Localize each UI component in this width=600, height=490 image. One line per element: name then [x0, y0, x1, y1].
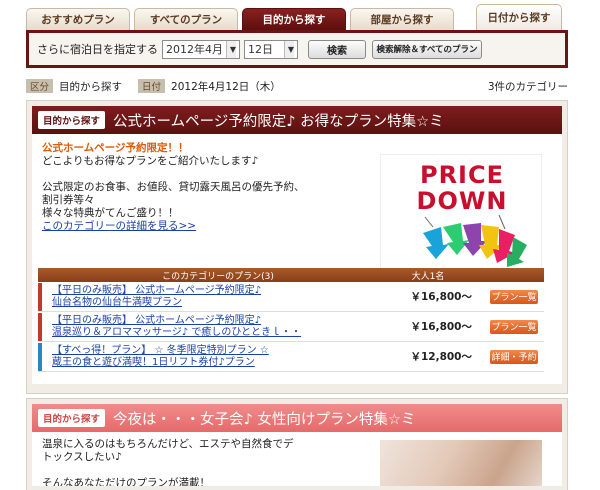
category-header: 目的から探す 今夜は・・・女子会♪ 女性向けプラン特集☆ミ	[32, 404, 562, 432]
lead-highlight: 公式ホームページ予約限定！！	[42, 142, 189, 154]
date-search-label: さらに宿泊日を指定する	[37, 43, 158, 56]
plan-row: 【平日のみ販売】 公式ホームページ予約限定♪ 温泉巡り＆アロママッサージ♪ で癒し…	[38, 312, 544, 342]
category-body: 公式ホームページ予約限定！！ どこよりもお得なプランをご紹介いたします♪ 公式限…	[32, 134, 562, 384]
plan-row: 【平日のみ販売】 公式ホームページ予約限定♪ 仙台名物の仙台牛満喫プラン ￥16,…	[38, 282, 544, 312]
price-down-image: PRICE DOWN	[380, 154, 542, 278]
plan-list-button[interactable]: プラン一覧	[490, 319, 538, 334]
category-panel: 目的から探す 公式ホームページ予約限定♪ お得なプラン特集☆ミ 公式ホームページ…	[26, 100, 568, 394]
desc-line: 温泉に入るのはもちろんだけど、エステや自然食でデ	[42, 438, 294, 450]
category-count: 3件のカテゴリー	[487, 80, 568, 93]
desc-line: トックスしたい♪	[42, 451, 122, 463]
search-info-row: 区分 目的から探す 日付 2012年4月12日（木） 3件のカテゴリー	[26, 78, 568, 94]
month-select-value: 2012年4月	[166, 43, 223, 56]
category-title[interactable]: 今夜は・・・女子会♪ 女性向けプラン特集☆ミ	[113, 408, 415, 429]
plans-header-price: 大人1名	[411, 271, 445, 282]
plan-detail-reserve-button[interactable]: 詳細・予約	[490, 349, 538, 364]
category-panel: 目的から探す 今夜は・・・女子会♪ 女性向けプラン特集☆ミ 温泉に入るのはもちろ…	[26, 398, 568, 490]
plan-row-marker	[38, 342, 42, 371]
tab-by-room[interactable]: 部屋から探す	[350, 8, 454, 30]
category-header: 目的から探す 公式ホームページ予約限定♪ お得なプラン特集☆ミ	[32, 106, 562, 134]
day-select-value: 12日	[248, 43, 273, 56]
tab-recommended[interactable]: おすすめプラン	[26, 8, 130, 30]
plan-row: 【すべっ得！プラン】 ☆ 冬季限定特別プラン ☆ 蔵王の食と遊び満喫！1日リフト券…	[38, 342, 544, 372]
desc-line: 割引券等々	[42, 194, 95, 206]
plan-row-marker	[38, 282, 42, 311]
plan-name-link[interactable]: 【すべっ得！プラン】 ☆ 冬季限定特別プラン ☆ 蔵王の食と遊び満喫！1日リフト券…	[52, 345, 392, 369]
plan-name-link[interactable]: 【平日のみ販売】 公式ホームページ予約限定♪ 温泉巡り＆アロママッサージ♪ で癒し…	[52, 315, 392, 339]
tab-by-purpose[interactable]: 目的から探す	[242, 8, 346, 30]
category-badge: 目的から探す	[38, 111, 106, 129]
category-description: 公式ホームページ予約限定！！ どこよりもお得なプランをご紹介いたします♪ 公式限…	[42, 142, 362, 233]
plan-name-link[interactable]: 【平日のみ販売】 公式ホームページ予約限定♪ 仙台名物の仙台牛満喫プラン	[52, 285, 392, 309]
category-title[interactable]: 公式ホームページ予約限定♪ お得なプラン特集☆ミ	[113, 110, 444, 131]
plans-table: このカテゴリーのプラン(3) 大人1名 【平日のみ販売】 公式ホームページ予約限…	[38, 268, 544, 372]
spa-image	[380, 440, 542, 486]
reset-search-button[interactable]: 検索解除＆すべてのプラン	[372, 39, 482, 59]
plan-list-button[interactable]: プラン一覧	[490, 289, 538, 304]
plans-table-header: このカテゴリーのプラン(3) 大人1名	[38, 268, 544, 282]
day-select[interactable]: 12日 ▼	[244, 39, 298, 59]
chevron-down-icon: ▼	[225, 40, 236, 58]
category-value: 目的から探す	[59, 80, 123, 93]
plans-header-label: このカテゴリーのプラン(3)	[162, 271, 274, 282]
chevron-down-icon: ▼	[283, 40, 294, 58]
lead-text: どこよりもお得なプランをご紹介いたします♪	[42, 155, 259, 167]
category-tag: 区分	[26, 79, 54, 93]
category-badge: 目的から探す	[38, 409, 106, 427]
desc-line: 様々な特典がてんご盛り！！	[42, 207, 179, 219]
tab-bar: おすすめプラン すべてのプラン 目的から探す 部屋から探す 日付から探す	[0, 0, 600, 30]
plan-price: ￥16,800～	[410, 321, 472, 333]
tab-all-plans[interactable]: すべてのプラン	[134, 8, 238, 30]
plan-row-marker	[38, 312, 42, 341]
category-detail-link[interactable]: このカテゴリーの詳細を見る>>	[42, 220, 362, 233]
search-button[interactable]: 検索	[308, 39, 366, 59]
desc-line: 公式限定のお食事、お値段、貸切露天風呂の優先予約、	[42, 181, 305, 193]
plan-price: ￥16,800～	[410, 291, 472, 303]
arrows-graphic	[423, 214, 527, 267]
date-value: 2012年4月12日（木）	[171, 80, 281, 93]
date-search-bar: さらに宿泊日を指定する 2012年4月 ▼ 12日 ▼ 検索 検索解除＆すべての…	[26, 30, 568, 68]
desc-line: そんなあなただけのプランが満載！	[42, 477, 210, 486]
plan-price: ￥12,800～	[410, 351, 472, 363]
date-tag: 日付	[138, 79, 166, 93]
tab-by-date[interactable]: 日付から探す	[476, 4, 562, 30]
category-body: 温泉に入るのはもちろんだけど、エステや自然食でデ トックスしたい♪ そんなあなた…	[32, 432, 562, 486]
category-description: 温泉に入るのはもちろんだけど、エステや自然食でデ トックスしたい♪ そんなあなた…	[42, 438, 362, 486]
month-select[interactable]: 2012年4月 ▼	[162, 39, 240, 59]
